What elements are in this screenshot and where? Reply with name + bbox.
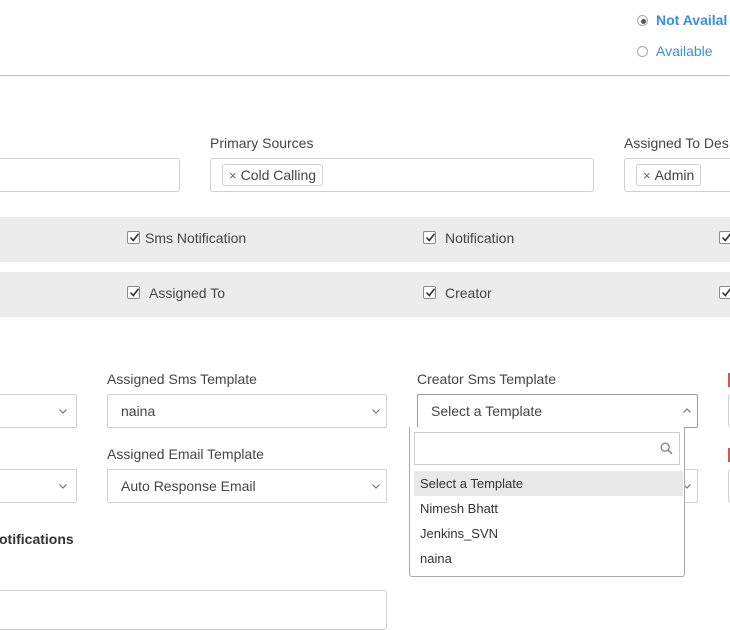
creator-sms-template-value: Select a Template	[431, 403, 543, 419]
dropdown-option[interactable]: Nimesh Bhatt	[414, 496, 683, 521]
notification-label: Notification	[445, 230, 515, 246]
notifications-section-title: otifications	[0, 531, 74, 547]
assigned-email-template-select[interactable]: Auto Response Email	[107, 469, 387, 503]
left-partial-input[interactable]	[0, 158, 180, 192]
assigned-to-checkbox[interactable]	[127, 286, 140, 299]
dropdown-option[interactable]: Jenkins_SVN	[414, 521, 683, 546]
chevron-up-icon	[683, 408, 691, 413]
notification-checkbox[interactable]	[423, 231, 436, 244]
chevron-down-icon	[372, 409, 380, 414]
sms-notification-checkbox[interactable]	[127, 231, 140, 244]
assigned-to-checkbox-label: Assigned To	[149, 285, 226, 301]
left-partial-select-1[interactable]	[0, 394, 77, 428]
assigned-sms-template-select[interactable]: naina	[107, 394, 387, 428]
header-divider	[0, 75, 730, 76]
assigned-to-label: Assigned To Des	[624, 135, 729, 151]
assigned-email-template-value: Auto Response Email	[121, 478, 256, 494]
dropdown-option[interactable]: naina	[414, 546, 683, 571]
creator-sms-template-label: Creator Sms Template	[417, 371, 557, 387]
available-radio[interactable]	[637, 46, 648, 57]
chevron-down-icon	[59, 409, 67, 414]
notifications-textarea[interactable]	[0, 590, 387, 630]
dropdown-option[interactable]: Select a Template	[414, 471, 683, 496]
extra-checkbox-row2[interactable]	[719, 286, 730, 299]
assigned-email-template-label: Assigned Email Template	[107, 446, 264, 462]
primary-sources-tag: × Cold Calling	[222, 164, 324, 186]
not-available-label[interactable]: Not Availal	[656, 12, 727, 28]
assigned-sms-template-label: Assigned Sms Template	[107, 371, 257, 387]
chevron-down-icon	[372, 484, 380, 489]
assigned-sms-template-value: naina	[121, 403, 156, 419]
creator-checkbox-label: Creator	[445, 285, 492, 301]
remove-tag-icon[interactable]: ×	[229, 168, 237, 183]
sms-notification-label: Sms Notification	[145, 230, 247, 246]
notification-row-band	[0, 217, 730, 262]
assigned-to-tag-text: Admin	[654, 167, 695, 183]
extra-checkbox-row1[interactable]	[719, 231, 730, 244]
available-label[interactable]: Available	[656, 43, 713, 59]
chevron-down-icon	[59, 484, 67, 489]
dropdown-search-input[interactable]	[414, 432, 680, 465]
creator-sms-template-select[interactable]: Select a Template	[417, 394, 698, 428]
left-partial-select-2[interactable]	[0, 469, 77, 503]
remove-tag-icon[interactable]: ×	[643, 168, 651, 183]
primary-sources-label: Primary Sources	[210, 135, 314, 151]
assigned-to-tag: × Admin	[636, 164, 702, 186]
not-available-radio[interactable]	[637, 15, 648, 26]
creator-checkbox[interactable]	[423, 286, 436, 299]
primary-sources-tag-text: Cold Calling	[240, 167, 317, 183]
recipient-row-band	[0, 272, 730, 317]
search-icon	[660, 442, 673, 455]
